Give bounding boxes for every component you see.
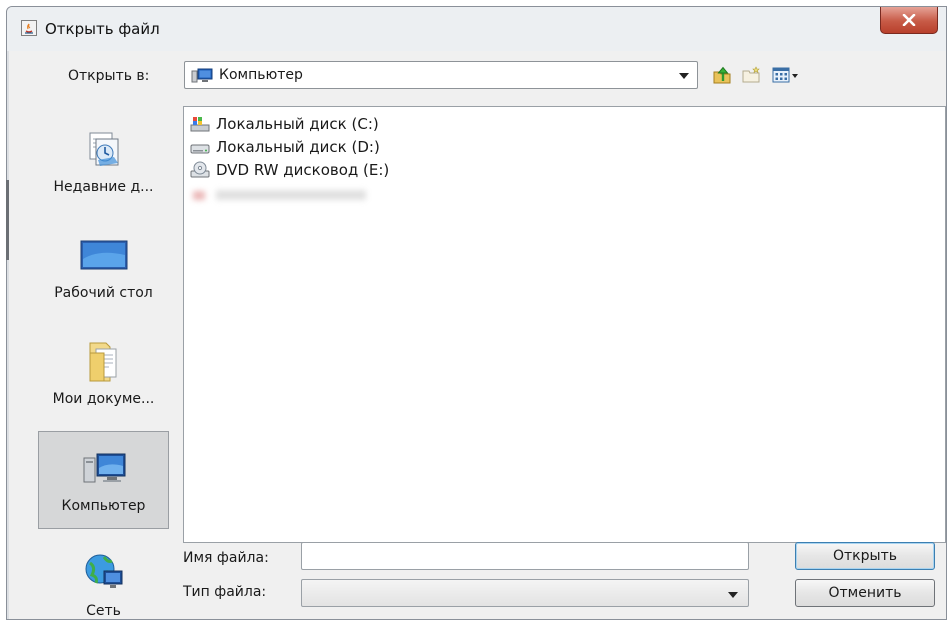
- java-app-icon: [21, 20, 37, 36]
- list-item-drive-e[interactable]: DVD RW дисковод (E:): [190, 159, 389, 181]
- place-label: Недавние д...: [53, 179, 154, 195]
- list-item-drive-c[interactable]: Локальный диск (C:): [190, 113, 379, 135]
- close-button[interactable]: [880, 7, 938, 34]
- view-menu-button[interactable]: [770, 63, 802, 87]
- places-bar: Недавние д... Рабочий стол Мои докуме...…: [38, 113, 169, 619]
- place-computer[interactable]: Компьютер: [38, 431, 169, 529]
- system-drive-icon: [190, 115, 210, 133]
- dvd-drive-icon: [190, 161, 210, 179]
- view-menu-icon: [772, 67, 798, 83]
- filetype-label: Тип файла:: [183, 584, 267, 600]
- up-folder-icon: [713, 66, 731, 84]
- redacted-drive-icon: [190, 186, 210, 204]
- place-network[interactable]: Сеть: [38, 537, 169, 619]
- new-folder-button[interactable]: [740, 63, 764, 87]
- look-in-value: Компьютер: [219, 67, 303, 83]
- chevron-down-icon[interactable]: [728, 592, 738, 598]
- place-desktop[interactable]: Рабочий стол: [38, 219, 169, 317]
- filename-label: Имя файла:: [183, 550, 269, 566]
- file-name: Локальный диск (D:): [216, 138, 380, 156]
- place-my-documents[interactable]: Мои докуме...: [38, 325, 169, 423]
- place-label: Рабочий стол: [54, 285, 153, 301]
- title-bar: Открыть файл: [7, 7, 946, 51]
- filename-input[interactable]: [302, 543, 748, 569]
- place-label: Сеть: [86, 603, 121, 619]
- cancel-button[interactable]: Отменить: [795, 579, 935, 607]
- new-folder-icon: [742, 66, 760, 83]
- computer-icon: [81, 446, 127, 490]
- look-in-label: Открыть в:: [68, 68, 150, 84]
- close-icon: [902, 14, 916, 26]
- recent-documents-icon: [84, 127, 124, 171]
- my-documents-icon: [84, 339, 124, 383]
- open-file-dialog: Открыть файл Открыть в: Компьютер Недавн…: [6, 6, 947, 620]
- filename-field[interactable]: [301, 542, 749, 570]
- background-scrollbar: [6, 180, 9, 260]
- open-button[interactable]: Открыть: [795, 542, 935, 570]
- place-recent[interactable]: Недавние д...: [38, 113, 169, 211]
- file-name: Локальный диск (C:): [216, 115, 379, 133]
- hard-drive-icon: [190, 138, 210, 156]
- up-folder-button[interactable]: [710, 63, 734, 87]
- redacted-name-placeholder: [216, 190, 366, 200]
- window-title: Открыть файл: [45, 20, 160, 38]
- list-item-redacted[interactable]: [190, 184, 366, 206]
- look-in-combo[interactable]: Компьютер: [184, 61, 698, 89]
- place-label: Компьютер: [61, 498, 146, 514]
- desktop-icon: [79, 233, 129, 277]
- place-label: Мои докуме...: [52, 391, 155, 407]
- list-item-drive-d[interactable]: Локальный диск (D:): [190, 136, 380, 158]
- computer-icon: [191, 68, 213, 88]
- file-list[interactable]: Локальный диск (C:) Локальный диск (D:): [183, 106, 946, 543]
- network-icon: [82, 551, 126, 595]
- chevron-down-icon[interactable]: [679, 73, 689, 79]
- file-name: DVD RW дисковод (E:): [216, 161, 390, 179]
- filetype-combo[interactable]: [301, 579, 749, 607]
- dialog-body: Открыть в: Компьютер Недавние д... Рабоч…: [9, 51, 946, 619]
